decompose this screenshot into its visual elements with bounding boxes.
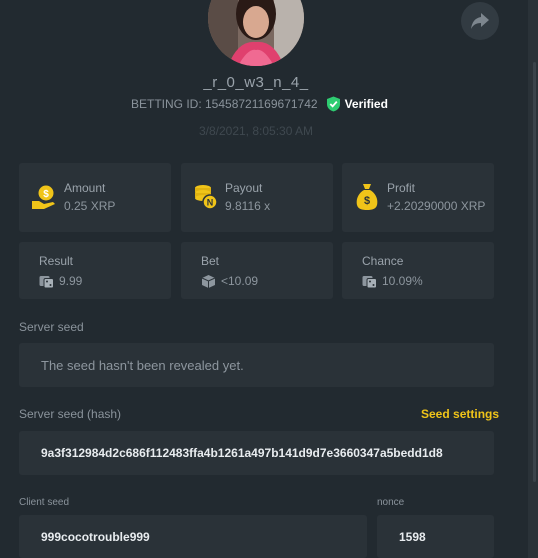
- verified-label: Verified: [344, 97, 388, 111]
- server-seed-hash-label: Server seed (hash): [19, 407, 122, 421]
- server-seed-label: Server seed: [19, 320, 84, 334]
- bet-timestamp: 3/8/2021, 8:05:30 AM: [198, 124, 314, 138]
- profit-label: Profit: [387, 181, 416, 195]
- bet-value: <10.09: [221, 274, 259, 288]
- payout-card: N Payout 9.8116 x: [181, 163, 333, 232]
- username: _r_0_w3_n_4_: [203, 74, 309, 91]
- result-card: Result 9.99: [19, 242, 171, 299]
- verified-shield-icon: [326, 96, 340, 112]
- cube-icon: [201, 275, 216, 288]
- verified-badge: Verified: [326, 96, 388, 112]
- bet-label: Bet: [201, 254, 220, 268]
- server-seed-field: The seed hasn't been revealed yet.: [19, 343, 494, 387]
- chance-value: 10.09%: [382, 274, 423, 288]
- payout-value: 9.8116 x: [225, 199, 271, 213]
- share-button[interactable]: [461, 2, 499, 40]
- server-seed-hash-field[interactable]: 9a3f312984d2c686f112483ffa4b1261a497b141…: [19, 431, 494, 475]
- result-value: 9.99: [59, 274, 83, 288]
- server-seed-hash-value: 9a3f312984d2c686f112483ffa4b1261a497b141…: [41, 446, 443, 460]
- amount-value: 0.25 XRP: [64, 199, 116, 213]
- svg-text:$: $: [43, 189, 49, 200]
- svg-text:$: $: [364, 195, 370, 207]
- money-bag-icon: $: [356, 184, 378, 210]
- nonce-label: nonce: [377, 497, 405, 508]
- betting-id-row: BETTING ID: 15458721169671742 Verified: [131, 95, 388, 113]
- client-seed-label: Client seed: [19, 497, 70, 508]
- scrollbar-thumb[interactable]: [533, 62, 536, 482]
- profit-card: $ Profit +2.20290000 XRP: [342, 163, 494, 232]
- payout-label: Payout: [225, 181, 263, 195]
- chance-card: Chance 10.09%: [342, 242, 494, 299]
- scrollbar[interactable]: [528, 0, 538, 558]
- client-seed-field[interactable]: 999cocotrouble999: [19, 515, 367, 558]
- amount-card: $ Amount 0.25 XRP: [19, 163, 171, 232]
- bet-card: Bet <10.09: [181, 242, 333, 299]
- dice-icon: [362, 276, 377, 289]
- avatar: [208, 0, 304, 66]
- share-icon: [471, 13, 489, 29]
- result-label: Result: [39, 254, 74, 268]
- profit-value: +2.20290000 XRP: [387, 199, 486, 213]
- coin-stack-icon: N: [195, 185, 218, 210]
- dice-icon: [39, 276, 54, 289]
- nonce-field[interactable]: 1598: [377, 515, 494, 558]
- money-hand-icon: $: [32, 185, 55, 209]
- seed-settings-link[interactable]: Seed settings: [421, 407, 499, 421]
- chance-label: Chance: [362, 254, 404, 268]
- svg-text:N: N: [207, 198, 214, 208]
- amount-label: Amount: [64, 181, 106, 195]
- betting-id: BETTING ID: 15458721169671742: [131, 97, 318, 111]
